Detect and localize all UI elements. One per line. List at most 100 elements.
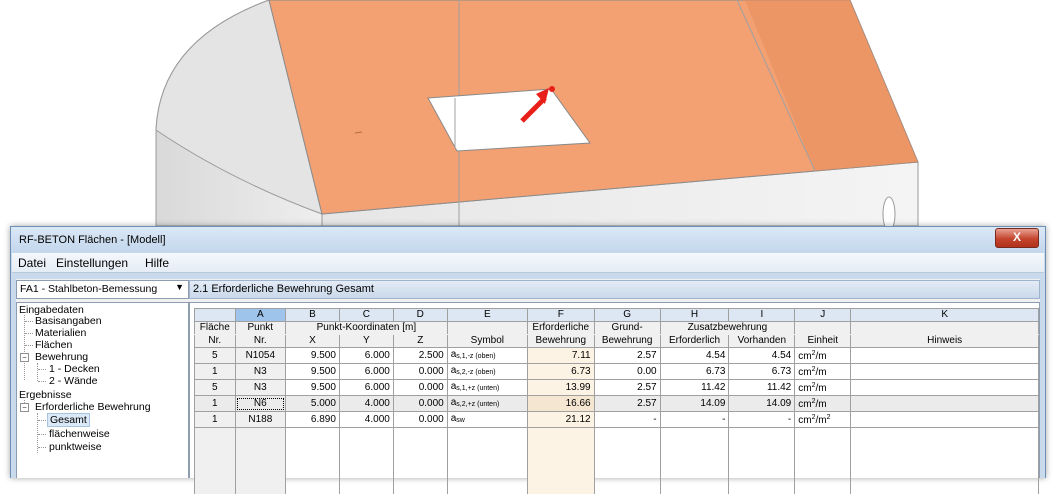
cell-erforderlich[interactable]: 21.12: [527, 412, 594, 428]
cell-punkt-focused[interactable]: N6: [235, 396, 285, 412]
nav-item-materialien[interactable]: Materialien: [35, 327, 86, 339]
column-letter[interactable]: G: [594, 309, 660, 322]
column-letter[interactable]: B: [286, 309, 340, 322]
cell-hinweis[interactable]: [851, 364, 1039, 380]
cell-x[interactable]: 9.500: [286, 348, 340, 364]
nav-item-punktweise[interactable]: punktweise: [49, 441, 102, 453]
cell-flaeche[interactable]: 1: [195, 412, 236, 428]
nav-item-bewehrung[interactable]: Bewehrung: [35, 351, 88, 363]
cell-punkt[interactable]: N1054: [235, 348, 285, 364]
cell-zusatz-vorh[interactable]: 14.09: [729, 396, 795, 412]
nav-item-gesamt[interactable]: Gesamt: [47, 413, 90, 427]
cell-x[interactable]: 9.500: [286, 364, 340, 380]
results-grid[interactable]: A B C D E F G H I J K Fläche Punkt Punkt…: [189, 302, 1040, 478]
table-row[interactable]: 5 N1054 9.500 6.000 2.500 as,1,-z (oben)…: [195, 348, 1039, 364]
column-letter[interactable]: K: [851, 309, 1039, 322]
cell-y[interactable]: 4.000: [339, 412, 393, 428]
cell-symbol[interactable]: as,1,-z (oben): [447, 348, 527, 364]
cell-grund[interactable]: 2.57: [594, 380, 660, 396]
cell-symbol[interactable]: as,2,+z (unten): [447, 396, 527, 412]
column-letter[interactable]: F: [527, 309, 594, 322]
cell-hinweis[interactable]: [851, 412, 1039, 428]
cell-z[interactable]: 0.000: [393, 364, 447, 380]
nav-item-basisangaben[interactable]: Basisangaben: [35, 315, 102, 327]
cell-symbol[interactable]: as,1,+z (unten): [447, 380, 527, 396]
cell-punkt[interactable]: N3: [235, 380, 285, 396]
close-button[interactable]: X: [995, 228, 1039, 248]
cell-hinweis[interactable]: [851, 348, 1039, 364]
cell-grund[interactable]: -: [594, 412, 660, 428]
menu-hilfe[interactable]: Hilfe: [145, 256, 169, 270]
nav-item-ergebnisse[interactable]: Ergebnisse: [19, 389, 72, 401]
table-row-selected[interactable]: 1 N6 5.000 4.000 0.000 as,2,+z (unten) 1…: [195, 396, 1039, 412]
cell-grund[interactable]: 2.57: [594, 348, 660, 364]
nav-item-flaechenweise[interactable]: flächenweise: [49, 428, 110, 440]
column-letter[interactable]: J: [795, 309, 851, 322]
cell-einheit[interactable]: cm2/m: [795, 364, 851, 380]
cell-erforderlich[interactable]: 16.66: [527, 396, 594, 412]
cell-y[interactable]: 6.000: [339, 348, 393, 364]
cell-grund[interactable]: 0.00: [594, 364, 660, 380]
cell-y[interactable]: 6.000: [339, 380, 393, 396]
cell-zusatz-vorh[interactable]: 4.54: [729, 348, 795, 364]
cell-z[interactable]: 0.000: [393, 380, 447, 396]
cell-punkt[interactable]: N188: [235, 412, 285, 428]
cell-x[interactable]: 5.000: [286, 396, 340, 412]
cell-z[interactable]: 0.000: [393, 412, 447, 428]
table-row[interactable]: 1 N3 9.500 6.000 0.000 as,2,-z (oben) 6.…: [195, 364, 1039, 380]
unit-tail: /m: [815, 415, 826, 426]
cell-symbol[interactable]: asw: [447, 412, 527, 428]
collapse-icon[interactable]: −: [20, 353, 29, 362]
cell-zusatz-erf[interactable]: 4.54: [660, 348, 729, 364]
cell-symbol[interactable]: as,2,-z (oben): [447, 364, 527, 380]
table-row[interactable]: 5 N3 9.500 6.000 0.000 as,1,+z (unten) 1…: [195, 380, 1039, 396]
tree-line: [38, 420, 46, 421]
nav-item-waende[interactable]: 2 - Wände: [49, 375, 97, 387]
menu-einstellungen[interactable]: Einstellungen: [56, 256, 128, 270]
cell-flaeche[interactable]: 5: [195, 380, 236, 396]
cell-y[interactable]: 6.000: [339, 364, 393, 380]
cell-punkt[interactable]: N3: [235, 364, 285, 380]
cell-z[interactable]: 2.500: [393, 348, 447, 364]
cell-erforderlich[interactable]: 6.73: [527, 364, 594, 380]
collapse-icon[interactable]: −: [20, 403, 29, 412]
column-letter[interactable]: I: [729, 309, 795, 322]
nav-item-erforderliche-bewehrung[interactable]: Erforderliche Bewehrung: [35, 401, 151, 413]
cell-zusatz-erf[interactable]: 6.73: [660, 364, 729, 380]
cell-erforderlich[interactable]: 7.11: [527, 348, 594, 364]
column-letter[interactable]: H: [660, 309, 729, 322]
symbol-sub: s,1,-z (oben): [456, 353, 495, 360]
cell-zusatz-vorh[interactable]: 6.73: [729, 364, 795, 380]
cell-flaeche[interactable]: 1: [195, 364, 236, 380]
cell-hinweis[interactable]: [851, 380, 1039, 396]
cell-zusatz-erf[interactable]: -: [660, 412, 729, 428]
table-row[interactable]: 1 N188 6.890 4.000 0.000 asw 21.12 - - -…: [195, 412, 1039, 428]
column-letter[interactable]: E: [447, 309, 527, 322]
cell-einheit[interactable]: cm2/m: [795, 380, 851, 396]
column-letter[interactable]: D: [393, 309, 447, 322]
cell-einheit[interactable]: cm2/m2: [795, 412, 851, 428]
cell-zusatz-vorh[interactable]: -: [729, 412, 795, 428]
cell-einheit[interactable]: cm2/m: [795, 348, 851, 364]
cell-x[interactable]: 6.890: [286, 412, 340, 428]
cell-hinweis[interactable]: [851, 396, 1039, 412]
title-bar[interactable]: RF-BETON Flächen - [Modell] X: [11, 227, 1045, 253]
cell-zusatz-vorh[interactable]: 11.42: [729, 380, 795, 396]
cell-erforderlich[interactable]: 13.99: [527, 380, 594, 396]
cell-flaeche[interactable]: 5: [195, 348, 236, 364]
cell-einheit[interactable]: cm2/m: [795, 396, 851, 412]
cell-x[interactable]: 9.500: [286, 380, 340, 396]
nav-item-decken[interactable]: 1 - Decken: [49, 363, 100, 375]
cell-zusatz-erf[interactable]: 11.42: [660, 380, 729, 396]
cell-zusatz-erf[interactable]: 14.09: [660, 396, 729, 412]
corner-cell[interactable]: [195, 309, 236, 322]
cell-z[interactable]: 0.000: [393, 396, 447, 412]
column-letter[interactable]: C: [339, 309, 393, 322]
cell-flaeche[interactable]: 1: [195, 396, 236, 412]
column-letter[interactable]: A: [235, 309, 285, 322]
cell-grund[interactable]: 2.57: [594, 396, 660, 412]
cell-y[interactable]: 4.000: [339, 396, 393, 412]
module-select[interactable]: FA1 - Stahlbeton-Bemessung ▼: [16, 280, 189, 299]
menu-datei[interactable]: Datei: [18, 256, 46, 270]
nav-item-flaechen[interactable]: Flächen: [35, 339, 72, 351]
